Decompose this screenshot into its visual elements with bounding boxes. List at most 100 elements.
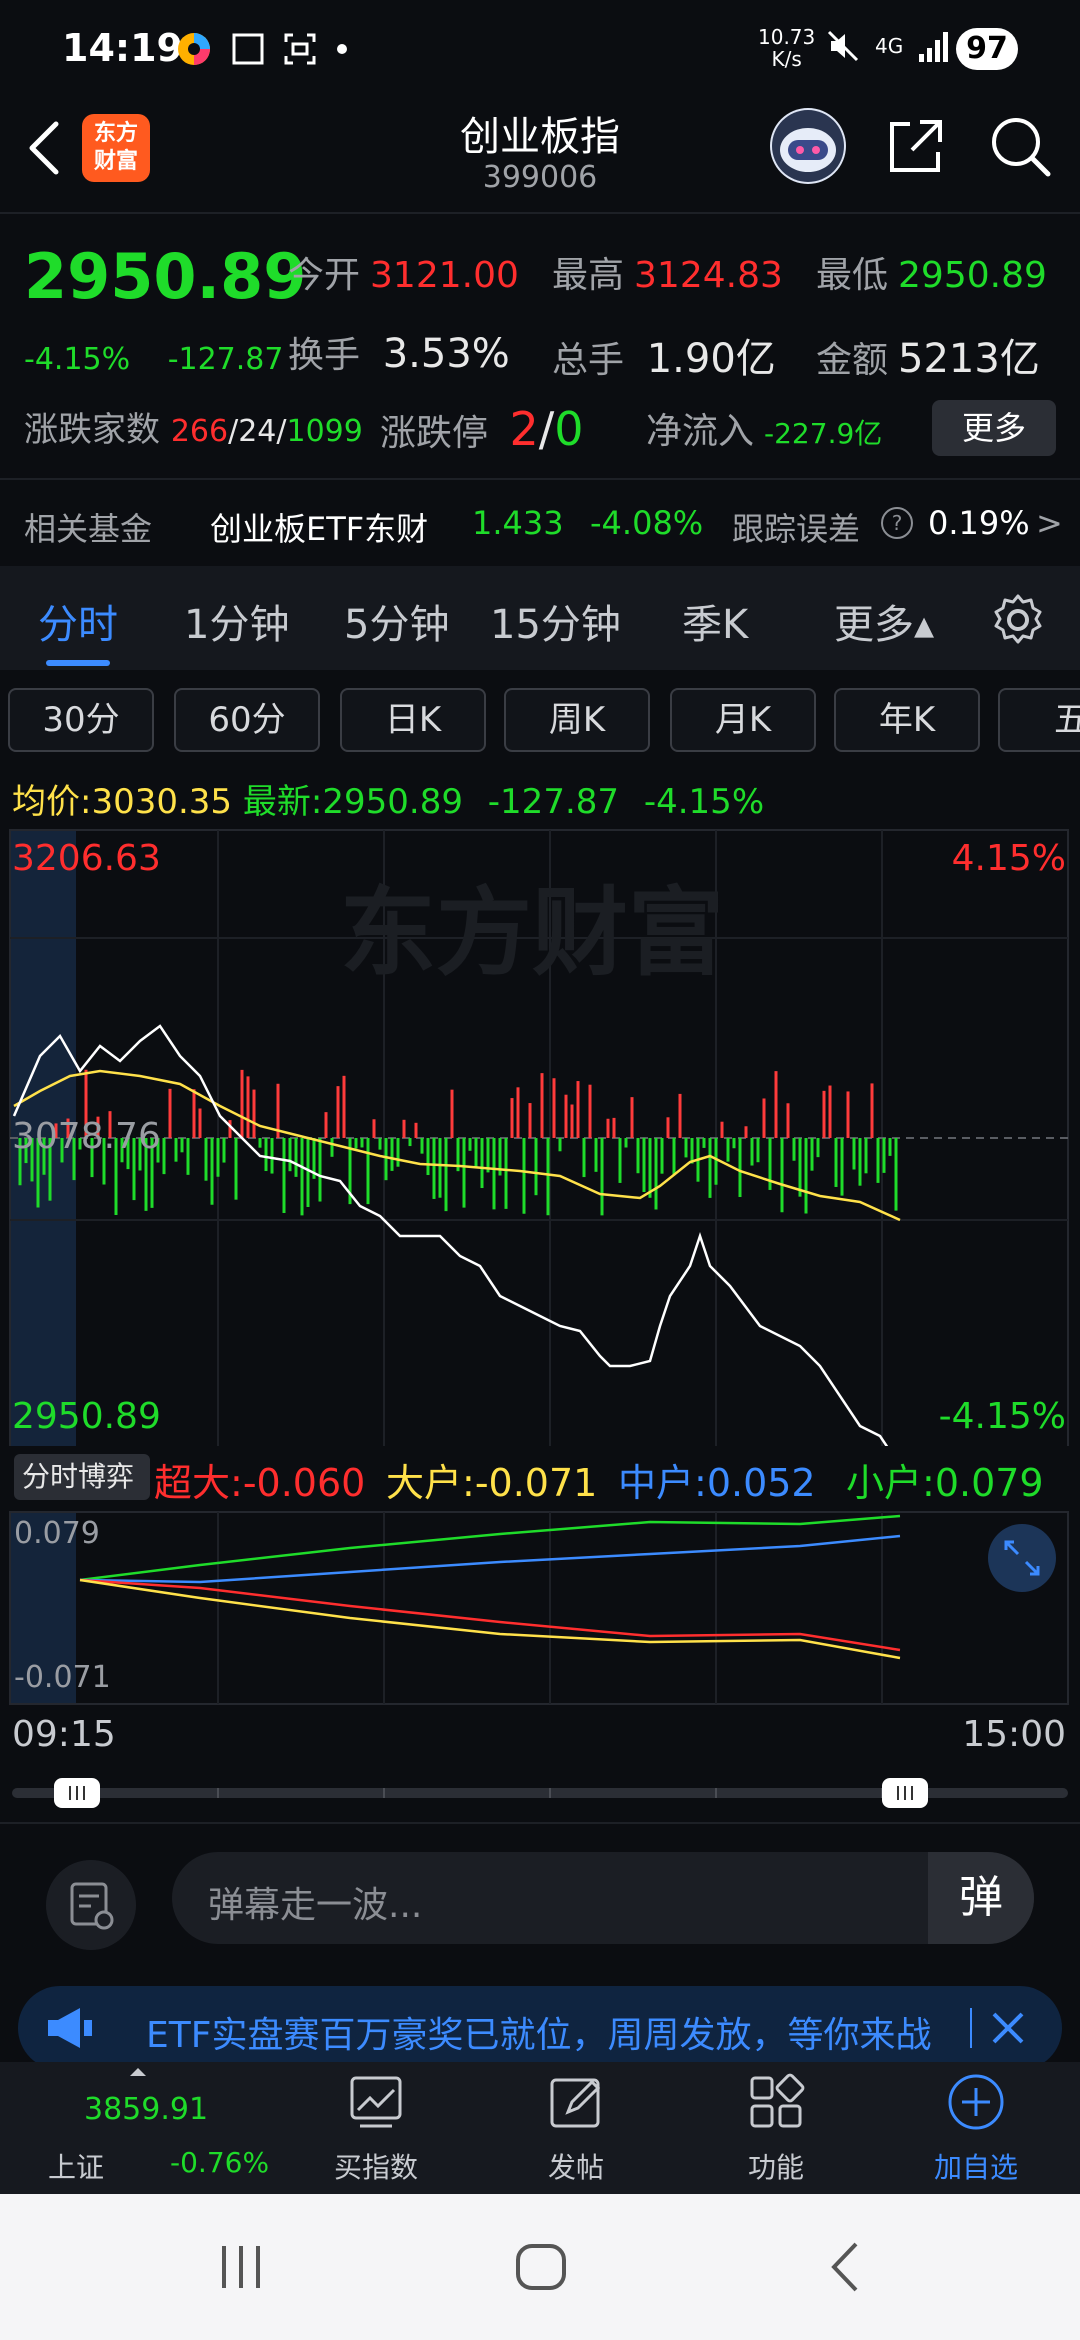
tab-intraday[interactable]: 分时 <box>38 592 118 650</box>
help-icon[interactable]: ? <box>880 506 914 540</box>
tab-15min[interactable]: 15分钟 <box>490 592 621 650</box>
fund-label: 相关基金 <box>24 510 153 548</box>
expand-button-bg[interactable] <box>988 1524 1056 1592</box>
k-button-day[interactable]: 日K <box>340 688 486 752</box>
status-left-icons <box>175 30 349 68</box>
chevron-right-icon: > <box>1036 504 1063 542</box>
flow-y-bottom: -0.071 <box>14 1660 111 1695</box>
tab-5min[interactable]: 5分钟 <box>344 592 449 650</box>
k-button-month[interactable]: 月K <box>670 688 816 752</box>
large-label: 大户: <box>386 1461 475 1505</box>
amount-value: 5213亿 <box>898 336 1040 382</box>
status-time: 14:19 <box>62 26 183 70</box>
k-button-five[interactable]: 五 <box>998 688 1080 752</box>
pct-bottom-label: -4.15% <box>938 1396 1066 1437</box>
latest-value: 2950.89 <box>322 782 463 822</box>
limit-up: 2 <box>509 402 539 456</box>
y-top-label: 3206.63 <box>12 838 161 879</box>
divider <box>0 478 1080 480</box>
intraday-chart-canvas: 东方财富 <box>9 829 1069 1446</box>
intraday-chart[interactable]: 东方财富 3206.63 3078.76 2950.89 4.15% -4.15… <box>0 826 1080 1446</box>
chart-icon <box>350 2076 402 2128</box>
low-label: 最低 <box>816 255 889 296</box>
nav-buy-index[interactable]: 买指数 <box>276 2062 476 2194</box>
recent-apps-icon[interactable] <box>214 2240 268 2294</box>
danmu-bar: 弹幕走一波... 弹 <box>0 1850 1080 1950</box>
danmu-toggle-button[interactable]: 弹 <box>928 1852 1034 1944</box>
y-mid-label: 3078.76 <box>12 1116 161 1157</box>
share-icon[interactable] <box>884 114 948 178</box>
app-notification-icon <box>178 33 210 65</box>
time-end: 15:00 <box>962 1714 1066 1755</box>
nav-post[interactable]: 发帖 <box>476 2062 676 2194</box>
change-abs: -127.87 <box>167 342 284 377</box>
index-ticker[interactable]: 3859.91 上证 -0.76% <box>0 2062 270 2194</box>
danmu-input[interactable]: 弹幕走一波... 弹 <box>172 1852 1034 1944</box>
tab-1min[interactable]: 1分钟 <box>184 592 289 650</box>
high-item: 最高 3124.83 <box>552 246 783 298</box>
small-flow: 小户:0.079 <box>846 1452 1044 1507</box>
danmu-settings-icon[interactable] <box>46 1860 136 1950</box>
breadth-down: 1099 <box>286 414 363 449</box>
fund-name: 创业板ETF东财 <box>210 510 429 548</box>
high-label: 最高 <box>552 255 625 296</box>
related-fund-row[interactable]: 相关基金 创业板ETF东财 1.433 -4.08% 跟踪误差 ? 0.19% … <box>0 490 1080 560</box>
promo-banner[interactable]: ETF实盘赛百万豪奖已就位，周周发放，等你来战 <box>18 1986 1062 2070</box>
time-axis: 09:15 15:00 <box>0 1708 1080 1758</box>
megaphone-icon <box>48 2008 92 2048</box>
volume-item: 总手 1.90亿 <box>552 326 776 384</box>
app-header: 东方 财富 创业板指 399006 <box>0 100 1080 210</box>
fund-price: 1.433 <box>472 504 564 542</box>
dot-icon <box>337 44 347 54</box>
k-button-week[interactable]: 周K <box>504 688 650 752</box>
amount-label: 金额 <box>816 340 889 381</box>
search-icon[interactable] <box>988 114 1052 178</box>
tab-quarter-k[interactable]: 季K <box>682 592 748 650</box>
back-nav-icon[interactable] <box>820 2240 874 2294</box>
high-value: 3124.83 <box>634 255 783 296</box>
gear-icon[interactable] <box>990 592 1046 648</box>
capital-flow-legend: 分时博弈 ▼ 超大:-0.060 大户:-0.071 中户:0.052 小户:0… <box>0 1452 1080 1537</box>
k-button-60min[interactable]: 60分 <box>174 688 320 752</box>
gallery-icon <box>232 33 264 65</box>
nav-functions[interactable]: 功能 <box>676 2062 876 2194</box>
slider-handle-right[interactable] <box>882 1778 928 1808</box>
avg-label: 均价: <box>12 782 92 822</box>
k-button-year[interactable]: 年K <box>834 688 980 752</box>
home-icon[interactable] <box>514 2240 568 2294</box>
slider-handle-left[interactable] <box>54 1778 100 1808</box>
flow-type-select[interactable]: 分时博弈 ▼ <box>14 1454 150 1537</box>
close-icon[interactable] <box>986 2006 1030 2050</box>
caret-up-icon <box>130 2068 146 2076</box>
robot-assistant-icon[interactable] <box>770 108 846 184</box>
tab-more[interactable]: 更多▴ <box>834 592 934 650</box>
time-range-slider[interactable] <box>12 1774 1068 1812</box>
plus-circle-icon <box>948 2074 1004 2130</box>
scan-icon <box>284 33 316 65</box>
large-flow: 大户:-0.071 <box>386 1452 597 1507</box>
low-item: 最低 2950.89 <box>816 246 1047 298</box>
fund-change: -4.08% <box>590 504 704 542</box>
breadth-label: 涨跌家数 <box>24 410 160 450</box>
bottom-nav: 3859.91 上证 -0.76% 买指数 发帖 功能 加自选 <box>0 2062 1080 2194</box>
super-label: 超大: <box>154 1461 243 1505</box>
limit-item: 涨跌停 2/0 <box>380 402 584 456</box>
banner-divider <box>970 2008 972 2048</box>
latest-label: 最新: <box>242 782 323 822</box>
y-bottom-label: 2950.89 <box>12 1396 161 1437</box>
small-value: 0.079 <box>934 1461 1044 1505</box>
price-change: -4.15% -127.87 <box>24 342 283 377</box>
time-start: 09:15 <box>12 1714 116 1755</box>
change-pct: -4.15% <box>24 342 131 377</box>
k-button-30min[interactable]: 30分 <box>8 688 154 752</box>
flow-type-label: 分时博弈 <box>22 1460 135 1493</box>
turnover-label: 换手 <box>288 335 361 376</box>
large-flow-line <box>79 1578 901 1660</box>
nav-add-watchlist[interactable]: 加自选 <box>876 2062 1076 2194</box>
super-flow: 超大:-0.060 <box>154 1452 365 1507</box>
open-value: 3121.00 <box>370 255 519 296</box>
more-button[interactable]: 更多 <box>932 400 1056 456</box>
current-price: 2950.89 <box>24 240 307 313</box>
price-line <box>12 1024 889 1446</box>
capital-flow-chart[interactable]: 0.079 -0.071 <box>0 1510 1080 1706</box>
